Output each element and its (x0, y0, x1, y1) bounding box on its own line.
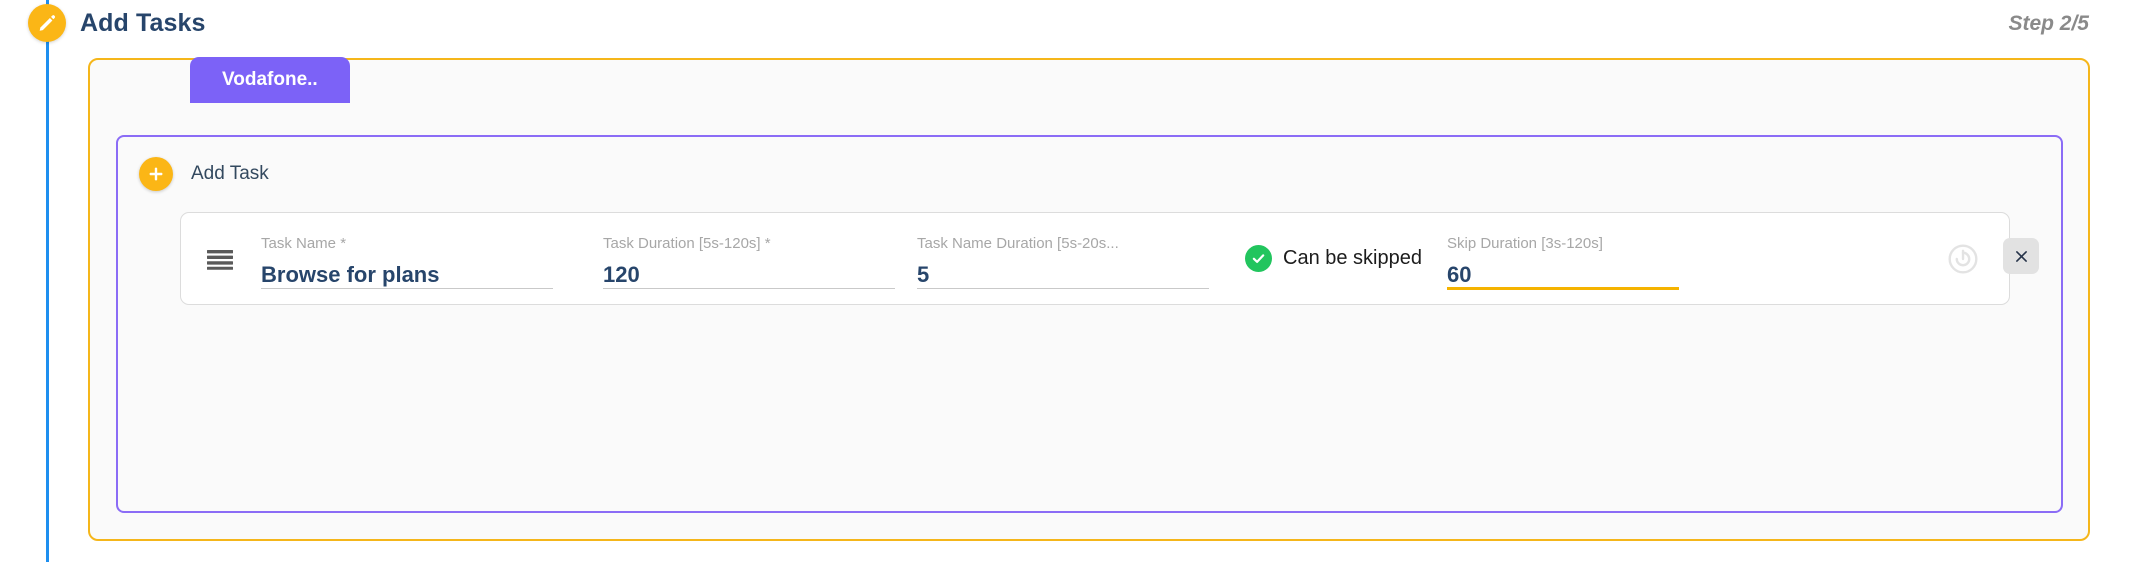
can-be-skipped-label: Can be skipped (1283, 247, 1422, 269)
field-task-name-value[interactable]: Browse for plans (261, 263, 553, 286)
field-skip-duration-underline (1446, 286, 1679, 290)
field-task-name-underline (261, 287, 553, 289)
plus-icon (147, 165, 165, 183)
field-task-duration-value[interactable]: 120 (603, 263, 895, 286)
add-task-button[interactable] (139, 157, 173, 191)
timeline-step-marker (28, 4, 66, 42)
check-circle-icon (1245, 245, 1272, 272)
field-skip-duration-label: Skip Duration [3s-120s] (1446, 235, 1603, 251)
field-skip-duration[interactable]: Skip Duration [3s-120s] 60 (1446, 224, 1679, 294)
field-task-duration-underline (603, 287, 895, 289)
field-task-name-duration-label: Task Name Duration [5s-20s... (917, 235, 1119, 251)
field-task-name[interactable]: Task Name * Browse for plans (261, 224, 553, 294)
add-task-row[interactable]: Add Task (139, 157, 269, 191)
drag-handle-icon[interactable] (181, 247, 259, 271)
power-icon (1946, 242, 1980, 276)
field-task-duration-label: Task Duration [5s-120s] * (603, 235, 771, 251)
field-task-name-duration[interactable]: Task Name Duration [5s-20s... 5 (917, 224, 1209, 294)
remove-task-button[interactable] (2003, 238, 2039, 274)
field-skip-duration-value[interactable]: 60 (1447, 263, 1679, 286)
add-tasks-container: Vodafone.. Add Task Task Name * Browse f… (88, 57, 2090, 541)
step-indicator: Step 2/5 (2008, 12, 2089, 35)
power-toggle-button[interactable] (1945, 241, 1981, 277)
page-title: Add Tasks (80, 9, 206, 37)
task-list-panel: Add Task Task Name * Browse for plans Ta… (116, 135, 2063, 513)
pencil-icon (37, 13, 57, 33)
task-row: Task Name * Browse for plans Task Durati… (180, 212, 2010, 305)
tab-strip: Vodafone.. (190, 57, 350, 103)
add-task-label: Add Task (191, 163, 269, 184)
field-task-name-duration-underline (917, 287, 1209, 289)
tab-vodafone[interactable]: Vodafone.. (190, 57, 350, 103)
timeline-rail (46, 0, 49, 562)
field-task-duration[interactable]: Task Duration [5s-120s] * 120 (603, 224, 895, 294)
can-be-skipped-toggle[interactable]: Can be skipped (1245, 245, 1422, 272)
close-icon (2013, 248, 2030, 265)
field-task-name-label: Task Name * (261, 235, 347, 251)
field-task-name-duration-value[interactable]: 5 (917, 263, 1209, 286)
